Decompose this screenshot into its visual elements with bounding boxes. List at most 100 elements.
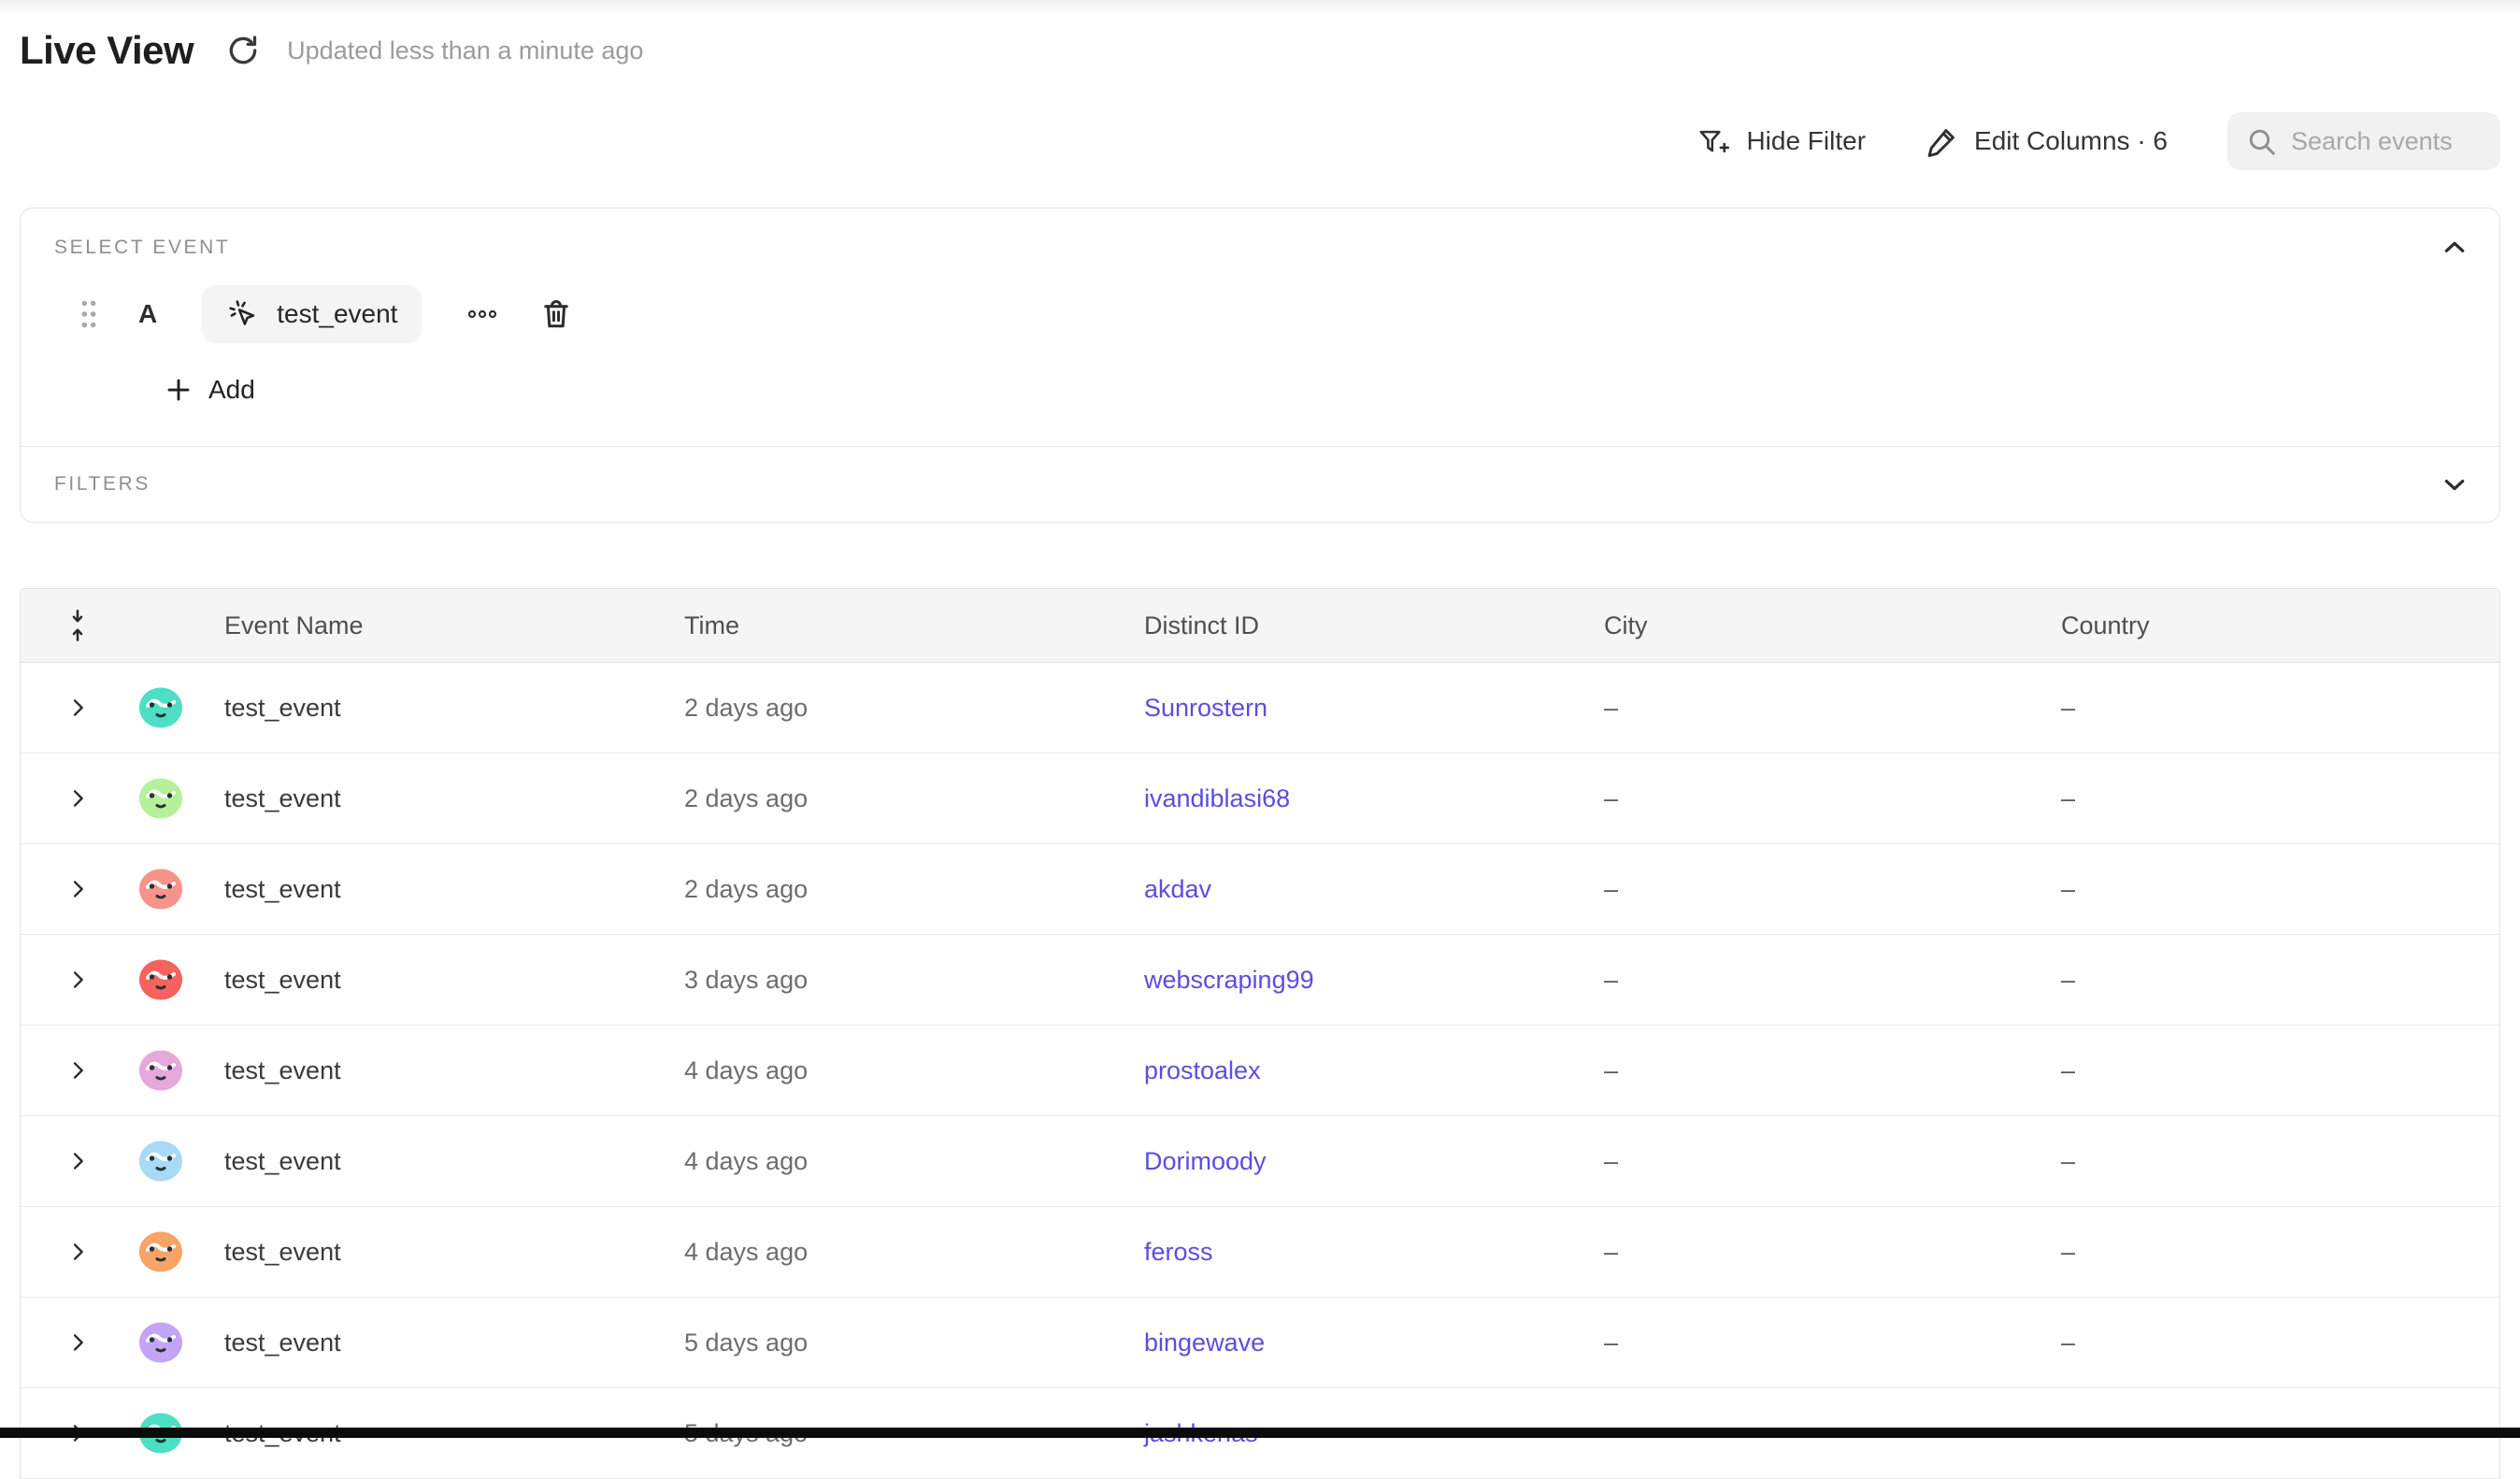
refresh-button[interactable] [225,33,261,68]
user-avatar [138,1321,183,1364]
event-name-cell: test_event [224,1147,684,1176]
time-cell: 4 days ago [684,1056,1144,1085]
add-event-button[interactable]: Add [165,371,255,409]
table-row[interactable]: test_event2 days agoSunrostern –– [21,663,2499,754]
event-select-button[interactable]: test_event [202,285,422,343]
distinct-id-link[interactable]: prostoalex [1144,1056,1261,1084]
chevron-right-icon [64,785,91,811]
toolbar: Hide Filter Edit Columns · 6 [20,112,2500,170]
distinct-id-link[interactable]: akdav [1144,875,1211,903]
row-expand-button[interactable] [64,1329,91,1356]
add-label: Add [208,375,255,405]
time-cell: 2 days ago [684,694,1144,723]
country-cell: – [2061,1238,2499,1267]
table-row[interactable]: test_event3 days agowebscraping99 –– [21,935,2499,1026]
event-name-cell: test_event [224,784,684,813]
collapse-rows-icon [64,609,92,642]
page-title: Live View [20,28,193,73]
chevron-right-icon [64,1239,91,1265]
column-header-event-name: Event Name [224,611,684,640]
events-table: Event Name Time Distinct ID City Country… [20,588,2500,1479]
click-event-icon [226,297,260,331]
distinct-id-link[interactable]: bingewave [1144,1328,1265,1357]
trash-icon [539,297,573,331]
chevron-right-icon [64,1057,91,1084]
city-cell: – [1604,694,2061,723]
chevron-right-icon [64,1329,91,1356]
chevron-right-icon [64,1148,91,1174]
country-cell: – [2061,966,2499,995]
country-cell: – [2061,784,2499,813]
table-row[interactable]: test_event4 days agoDorimoody–– [21,1116,2499,1207]
event-letter: A [138,299,157,329]
drag-handle[interactable] [79,298,99,330]
edit-columns-label: Edit Columns · 6 [1974,126,2168,156]
distinct-id-link[interactable]: feross [1144,1238,1213,1266]
collapse-all-button[interactable] [64,609,92,642]
delete-event-button[interactable] [539,297,573,331]
row-expand-button[interactable] [64,1148,91,1174]
table-row[interactable]: test_event4 days agofeross –– [21,1207,2499,1298]
user-avatar [138,1140,183,1183]
event-name-cell: test_event [224,694,684,723]
distinct-id-link[interactable]: webscraping99 [1144,966,1314,994]
city-cell: – [1604,966,2061,995]
chevron-right-icon [64,967,91,993]
event-name-cell: test_event [224,1238,684,1267]
row-expand-button[interactable] [64,1239,91,1265]
event-name-cell: test_event [224,966,684,995]
event-options-button[interactable] [466,309,498,320]
city-cell: – [1604,1328,2061,1357]
row-expand-button[interactable] [64,785,91,811]
user-avatar [138,1230,183,1273]
event-name-cell: test_event [224,1056,684,1085]
updated-status: Updated less than a minute ago [287,36,643,65]
live-view-screen: Live View Updated less than a minute ago… [0,0,2520,1479]
selected-event-name: test_event [277,299,397,329]
user-avatar [138,1049,183,1092]
row-expand-button[interactable] [64,695,91,721]
table-header: Event Name Time Distinct ID City Country [21,589,2499,663]
chevron-up-icon [2440,233,2470,263]
distinct-id-link[interactable]: Dorimoody [1144,1147,1267,1175]
pencil-icon [1926,125,1958,158]
table-row[interactable]: test_event4 days agoprostoalex–– [21,1026,2499,1116]
time-cell: 2 days ago [684,784,1144,813]
user-avatar [138,777,183,820]
event-row: A test_event [54,285,2466,343]
time-cell: 3 days ago [684,966,1144,995]
row-expand-button[interactable] [64,967,91,993]
column-header-distinct-id: Distinct ID [1144,611,1604,640]
table-row[interactable]: test_event2 days agoakdav–– [21,844,2499,935]
city-cell: – [1604,875,2061,904]
distinct-id-link[interactable]: ivandiblasi68 [1144,784,1290,812]
table-row[interactable]: test_event5 days agobingewave–– [21,1298,2499,1388]
country-cell: – [2061,875,2499,904]
city-cell: – [1604,784,2061,813]
distinct-id-link[interactable]: Sunrostern [1144,694,1267,722]
time-cell: 2 days ago [684,875,1144,904]
plus-icon [165,376,193,404]
row-expand-button[interactable] [64,876,91,902]
search-icon [2246,126,2277,157]
hide-filter-button[interactable]: Hide Filter [1697,125,1866,158]
chevron-right-icon [64,695,91,721]
user-avatar [138,958,183,1001]
funnel-plus-icon [1697,125,1730,158]
row-expand-button[interactable] [64,1057,91,1084]
city-cell: – [1604,1238,2061,1267]
expand-filters-button[interactable] [2440,469,2470,499]
table-row[interactable]: test_event2 days agoivandiblasi68 –– [21,754,2499,844]
edit-columns-button[interactable]: Edit Columns · 6 [1926,125,2168,158]
bottom-edge-bar [0,1428,2520,1438]
chevron-right-icon [64,876,91,902]
search-box[interactable] [2227,112,2500,170]
collapse-section-button[interactable] [2440,233,2470,263]
time-cell: 4 days ago [684,1238,1144,1267]
six-dots-icon [79,298,99,330]
country-cell: – [2061,694,2499,723]
search-input[interactable] [2291,127,2482,156]
filters-section: FILTERS [21,446,2499,522]
query-builder-panel: SELECT EVENT [20,208,2500,523]
column-header-city: City [1604,611,2061,640]
